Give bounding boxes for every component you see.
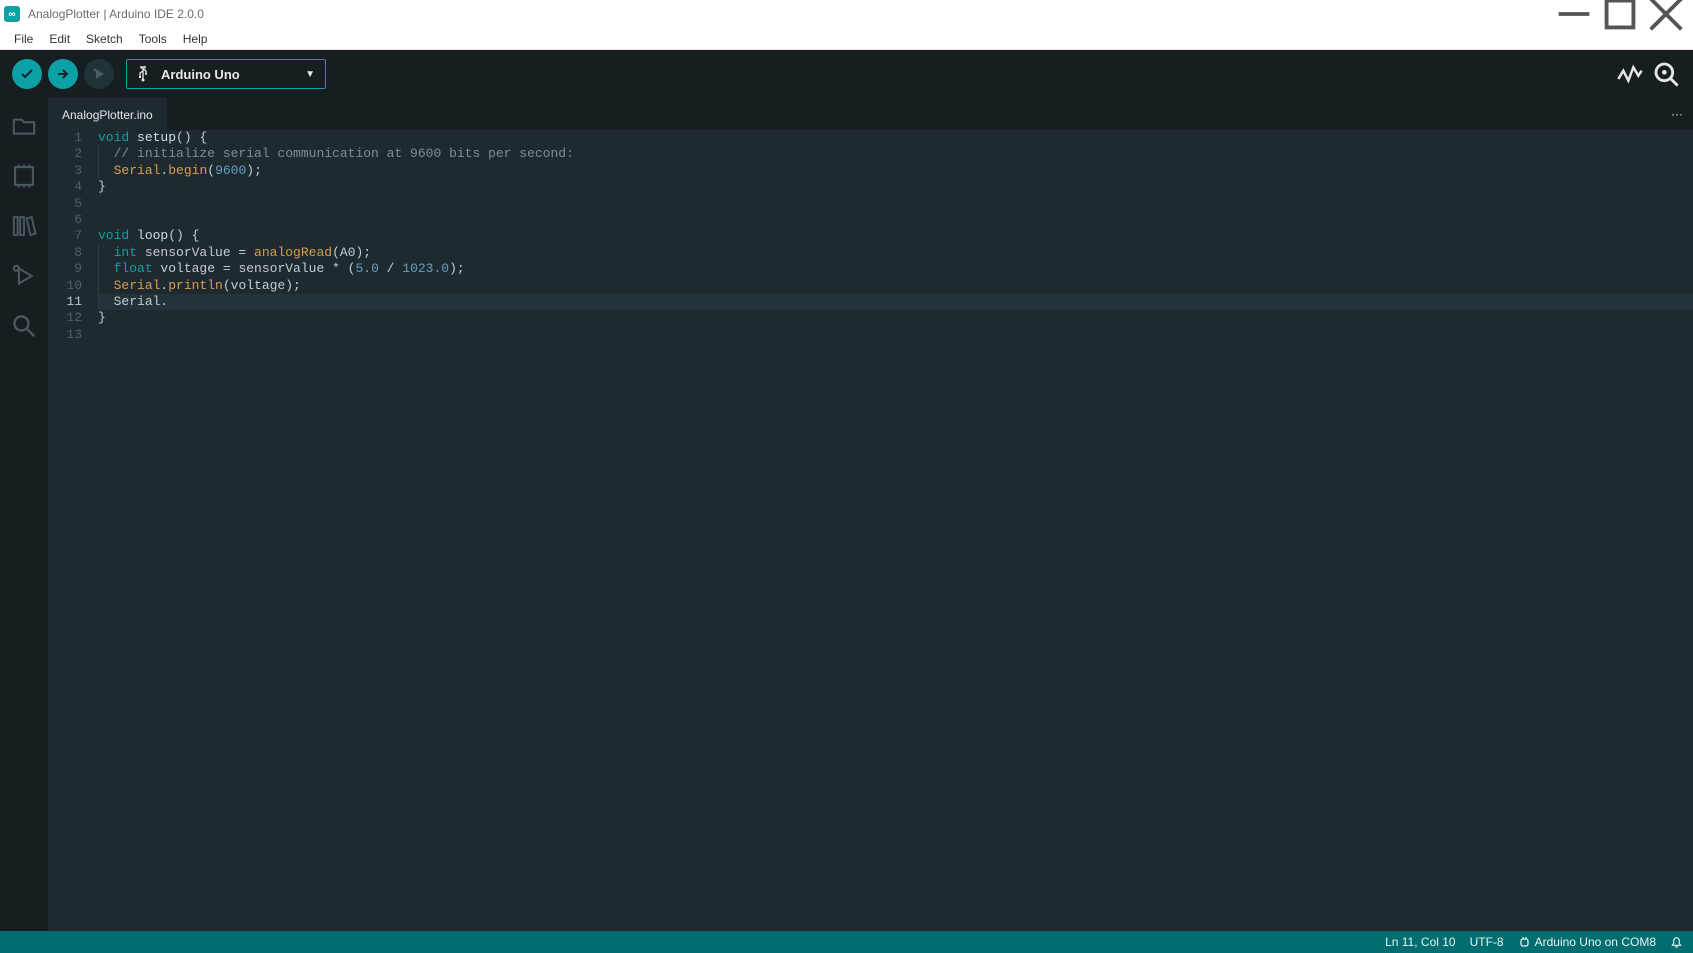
toolbar: Arduino Uno ▼ bbox=[0, 50, 1693, 98]
menu-bar: File Edit Sketch Tools Help bbox=[0, 28, 1693, 50]
code-line[interactable]: void loop() { bbox=[98, 228, 1693, 244]
main-area: AnalogPlotter.ino ··· 12345678910111213 … bbox=[0, 98, 1693, 931]
code-line[interactable]: Serial.println(voltage); bbox=[98, 278, 1693, 294]
editor-gutter: 12345678910111213 bbox=[48, 130, 98, 931]
tab-label: AnalogPlotter.ino bbox=[62, 108, 153, 122]
serial-plotter-button[interactable] bbox=[1615, 59, 1645, 89]
window-minimize-button[interactable] bbox=[1551, 0, 1597, 28]
line-number: 8 bbox=[48, 245, 82, 261]
magnify-icon bbox=[1651, 59, 1681, 89]
menu-edit[interactable]: Edit bbox=[41, 30, 78, 48]
board-selector-label: Arduino Uno bbox=[161, 67, 285, 82]
status-encoding[interactable]: UTF-8 bbox=[1470, 935, 1504, 949]
window-maximize-button[interactable] bbox=[1597, 0, 1643, 28]
left-rail bbox=[0, 98, 48, 931]
status-board-port-label: Arduino Uno on COM8 bbox=[1535, 935, 1656, 949]
line-number: 4 bbox=[48, 179, 82, 195]
ellipsis-icon: ··· bbox=[1671, 107, 1683, 121]
rail-boards-manager-button[interactable] bbox=[10, 162, 38, 190]
debug-icon bbox=[10, 262, 38, 290]
menu-help[interactable]: Help bbox=[175, 30, 216, 48]
code-line[interactable]: Serial. bbox=[98, 294, 1693, 310]
minimize-icon bbox=[1551, 0, 1597, 37]
line-number: 5 bbox=[48, 196, 82, 212]
code-line[interactable]: int sensorValue = analogRead(A0); bbox=[98, 245, 1693, 261]
status-notifications-button[interactable] bbox=[1670, 936, 1683, 949]
plotter-icon bbox=[1615, 59, 1645, 89]
line-number: 13 bbox=[48, 327, 82, 343]
line-number: 9 bbox=[48, 261, 82, 277]
search-icon bbox=[10, 312, 38, 340]
serial-monitor-button[interactable] bbox=[1651, 59, 1681, 89]
maximize-icon bbox=[1597, 0, 1643, 37]
bell-icon bbox=[1670, 936, 1683, 949]
debug-button[interactable] bbox=[84, 59, 114, 89]
chevron-down-icon: ▼ bbox=[305, 69, 315, 80]
library-books-icon bbox=[10, 212, 38, 240]
rail-search-button[interactable] bbox=[10, 312, 38, 340]
code-line[interactable]: float voltage = sensorValue * (5.0 / 102… bbox=[98, 261, 1693, 277]
board-icon bbox=[10, 162, 38, 190]
rail-sketchbook-button[interactable] bbox=[10, 112, 38, 140]
line-number: 3 bbox=[48, 163, 82, 179]
plug-icon bbox=[1518, 936, 1531, 949]
window-title: AnalogPlotter | Arduino IDE 2.0.0 bbox=[28, 7, 204, 21]
line-number: 6 bbox=[48, 212, 82, 228]
line-number: 10 bbox=[48, 278, 82, 294]
tab-analogplotter[interactable]: AnalogPlotter.ino bbox=[48, 98, 167, 130]
code-editor[interactable]: 12345678910111213 void setup() { // init… bbox=[48, 130, 1693, 931]
code-line[interactable]: Serial.begin(9600); bbox=[98, 163, 1693, 179]
status-cursor-position[interactable]: Ln 11, Col 10 bbox=[1385, 935, 1456, 949]
debug-play-icon bbox=[91, 66, 107, 82]
line-number: 2 bbox=[48, 146, 82, 162]
board-selector[interactable]: Arduino Uno ▼ bbox=[126, 59, 326, 89]
close-icon bbox=[1643, 0, 1689, 37]
tab-overflow-button[interactable]: ··· bbox=[1661, 98, 1693, 130]
code-line[interactable]: } bbox=[98, 179, 1693, 195]
rail-debug-button[interactable] bbox=[10, 262, 38, 290]
menu-tools[interactable]: Tools bbox=[131, 30, 175, 48]
line-number: 1 bbox=[48, 130, 82, 146]
verify-button[interactable] bbox=[12, 59, 42, 89]
line-number: 11 bbox=[48, 294, 82, 310]
code-line[interactable] bbox=[98, 196, 1693, 212]
code-line[interactable] bbox=[98, 327, 1693, 343]
editor-tabs: AnalogPlotter.ino ··· bbox=[48, 98, 1693, 130]
line-number: 12 bbox=[48, 310, 82, 326]
editor-content: AnalogPlotter.ino ··· 12345678910111213 … bbox=[48, 98, 1693, 931]
window-close-button[interactable] bbox=[1643, 0, 1689, 28]
app-icon: ∞ bbox=[4, 6, 20, 22]
folder-icon bbox=[10, 112, 38, 140]
usb-icon bbox=[137, 66, 149, 82]
os-titlebar: ∞ AnalogPlotter | Arduino IDE 2.0.0 bbox=[0, 0, 1693, 28]
code-line[interactable]: void setup() { bbox=[98, 130, 1693, 146]
code-line[interactable] bbox=[98, 212, 1693, 228]
rail-library-manager-button[interactable] bbox=[10, 212, 38, 240]
status-bar: Ln 11, Col 10 UTF-8 Arduino Uno on COM8 bbox=[0, 931, 1693, 953]
code-line[interactable]: } bbox=[98, 310, 1693, 326]
editor-code-area[interactable]: void setup() { // initialize serial comm… bbox=[98, 130, 1693, 931]
menu-sketch[interactable]: Sketch bbox=[78, 30, 131, 48]
check-icon bbox=[19, 66, 35, 82]
arrow-right-icon bbox=[55, 66, 71, 82]
upload-button[interactable] bbox=[48, 59, 78, 89]
status-board-port[interactable]: Arduino Uno on COM8 bbox=[1518, 935, 1656, 949]
code-line[interactable]: // initialize serial communication at 96… bbox=[98, 146, 1693, 162]
line-number: 7 bbox=[48, 228, 82, 244]
menu-file[interactable]: File bbox=[6, 30, 41, 48]
